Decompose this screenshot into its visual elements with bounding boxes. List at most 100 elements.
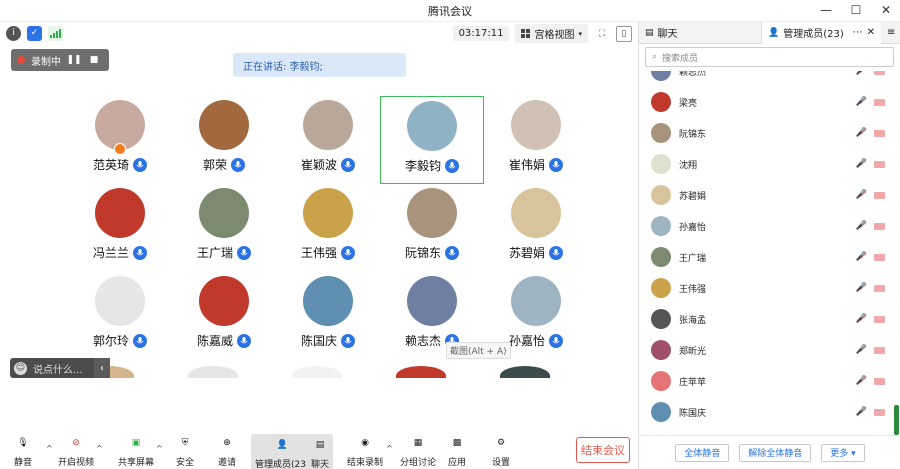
camera-off-icon[interactable]	[874, 315, 885, 323]
camera-off-icon[interactable]	[874, 71, 885, 75]
camera-off-icon[interactable]	[874, 98, 885, 106]
mic-muted-icon[interactable]: 🎤̸	[856, 190, 867, 200]
mic-muted-icon[interactable]: 🎤̸	[856, 345, 867, 355]
tab-chat[interactable]: ▤ 聊天	[639, 22, 761, 44]
toolbar-label: 分组讨论	[400, 458, 437, 468]
toolbar-button-breakout[interactable]: ▦ 分组讨论	[400, 434, 436, 468]
close-icon[interactable]: ✕	[867, 27, 875, 38]
participant-tile[interactable]: 范英琦	[68, 96, 172, 184]
mic-muted-icon[interactable]: 🎤̸	[856, 71, 867, 76]
minimize-icon[interactable]: —	[818, 3, 834, 17]
member-search-input[interactable]: ⌕ 搜索成员	[645, 47, 894, 67]
member-row[interactable]: 赖志杰 🎤̸	[639, 71, 891, 83]
camera-off-icon[interactable]	[874, 284, 885, 292]
camera-off-icon[interactable]	[874, 222, 885, 230]
member-avatar	[651, 278, 671, 298]
camera-off-icon[interactable]	[874, 377, 885, 385]
toolbar-button-mic[interactable]: 🎙 静音	[14, 434, 32, 468]
mic-icon	[445, 245, 459, 260]
participant-tile[interactable]: 王伟强	[276, 184, 380, 272]
participant-name: 郭尔玲	[92, 334, 129, 348]
member-row[interactable]: 沈翔 🎤̸	[639, 152, 891, 176]
toolbar-button-shield[interactable]: ⛨ 安全	[176, 434, 194, 468]
toolbar-button-members[interactable]: 👤 管理成员(23)	[251, 434, 314, 469]
member-row[interactable]: 郑昕光 🎤̸	[639, 338, 891, 362]
camera-off-icon[interactable]	[874, 160, 885, 168]
toolbar-button-stop-record[interactable]: ◉ 结束录制	[347, 434, 383, 468]
participant-tile[interactable]: 苏碧娟	[484, 184, 588, 272]
participant-tile[interactable]: 崔伟娟	[484, 96, 588, 184]
stop-icon[interactable]: ■	[87, 53, 101, 67]
more-icon[interactable]: ⋯	[853, 27, 863, 38]
unmute-all-button[interactable]: 解除全体静音	[739, 443, 812, 462]
info-icon[interactable]: i	[6, 25, 21, 41]
participant-avatar	[303, 276, 353, 326]
signal-icon[interactable]	[48, 25, 63, 41]
toolbar-button-apps[interactable]: ▩ 应用	[448, 434, 466, 468]
participant-tile[interactable]: 阮锦东	[380, 184, 484, 272]
chevron-up-icon[interactable]: ^	[96, 444, 103, 453]
tab-members[interactable]: 👤 管理成员(23) ⋯ ✕	[761, 21, 881, 44]
search-placeholder: 搜索成员	[662, 53, 699, 64]
mic-muted-icon[interactable]: 🎤̸	[856, 407, 867, 417]
end-meeting-button[interactable]: 结束会议	[576, 437, 630, 463]
mic-muted-icon[interactable]: 🎤̸	[856, 159, 867, 169]
mic-muted-icon[interactable]: 🎤̸	[856, 128, 867, 138]
mic-muted-icon[interactable]: 🎤̸	[856, 314, 867, 324]
toolbar-button-video-off[interactable]: ⊘ 开启视频	[58, 434, 94, 468]
participant-tile[interactable]: 王广瑞	[172, 184, 276, 272]
member-row[interactable]: 孙嘉怡 🎤̸	[639, 214, 891, 238]
participant-tile[interactable]: 崔颖波	[276, 96, 380, 184]
participant-tile[interactable]: 陈嘉威	[172, 272, 276, 360]
mic-muted-icon[interactable]: 🎤̸	[856, 221, 867, 231]
mic-icon	[237, 333, 251, 348]
toolbar-button-gear[interactable]: ⚙ 设置	[492, 434, 510, 468]
chevron-up-icon[interactable]: ^	[386, 444, 393, 453]
member-row[interactable]: 王广瑞 🎤̸	[639, 245, 891, 269]
member-name: 赖志杰	[679, 71, 707, 78]
member-row[interactable]: 苏碧娟 🎤̸	[639, 183, 891, 207]
fullscreen-icon[interactable]: ⛶	[594, 26, 610, 42]
participant-tile[interactable]: 郭荣	[172, 96, 276, 184]
pause-icon[interactable]: ❚❚	[66, 53, 81, 67]
emoji-icon[interactable]: ☺	[14, 361, 27, 375]
participant-tile[interactable]: 郭尔玲	[68, 272, 172, 360]
camera-off-icon[interactable]	[874, 253, 885, 261]
chevron-left-icon[interactable]: ‹	[94, 358, 110, 378]
mic-muted-icon[interactable]: 🎤̸	[856, 283, 867, 293]
participant-tile[interactable]: 冯兰兰	[68, 184, 172, 272]
toolbar-button-chat[interactable]: ▤ 聊天	[307, 434, 334, 469]
participant-tile[interactable]: 陈国庆	[276, 272, 380, 360]
view-switcher[interactable]: 宫格视图 ▾	[515, 24, 588, 43]
participant-tile[interactable]: 李毅钧	[380, 96, 484, 184]
member-row[interactable]: 阮锦东 🎤̸	[639, 121, 891, 145]
mic-muted-icon[interactable]: 🎤̸	[856, 97, 867, 107]
camera-off-icon[interactable]	[874, 408, 885, 416]
more-button[interactable]: 更多 ▾	[821, 443, 865, 462]
camera-off-icon[interactable]	[874, 129, 885, 137]
chevron-up-icon[interactable]: ^	[46, 444, 53, 453]
shield-icon[interactable]: ✓	[27, 25, 42, 41]
layout-icon[interactable]: ▯	[616, 25, 632, 42]
toolbar-button-share-screen[interactable]: ▣ 共享屏幕	[118, 434, 154, 468]
menu-icon[interactable]: ≡	[887, 27, 895, 38]
member-row[interactable]: 梁亮 🎤̸	[639, 90, 891, 114]
maximize-icon[interactable]: ☐	[848, 3, 864, 17]
toolbar-button-invite[interactable]: ⊕ 邀请	[218, 434, 236, 468]
mute-all-button[interactable]: 全体静音	[675, 443, 730, 462]
apps-icon: ▩	[452, 438, 462, 448]
chevron-up-icon[interactable]: ^	[156, 444, 163, 453]
member-list-scrollbar[interactable]	[894, 405, 899, 435]
member-row[interactable]: 陈国庆 🎤̸	[639, 400, 891, 424]
participant-name: 郭荣	[202, 158, 227, 172]
member-row[interactable]: 庄苹苹 🎤̸	[639, 369, 891, 393]
mic-muted-icon[interactable]: 🎤̸	[856, 376, 867, 386]
title-bar: 腾讯会议 — ☐ ✕	[0, 0, 900, 22]
close-icon[interactable]: ✕	[878, 3, 894, 17]
mic-muted-icon[interactable]: 🎤̸	[856, 252, 867, 262]
member-row[interactable]: 王伟强 🎤̸	[639, 276, 891, 300]
member-row[interactable]: 张海孟 🎤̸	[639, 307, 891, 331]
camera-off-icon[interactable]	[874, 191, 885, 199]
chat-quick-input[interactable]: ☺ 说点什么... ‹	[10, 358, 110, 378]
camera-off-icon[interactable]	[874, 346, 885, 354]
